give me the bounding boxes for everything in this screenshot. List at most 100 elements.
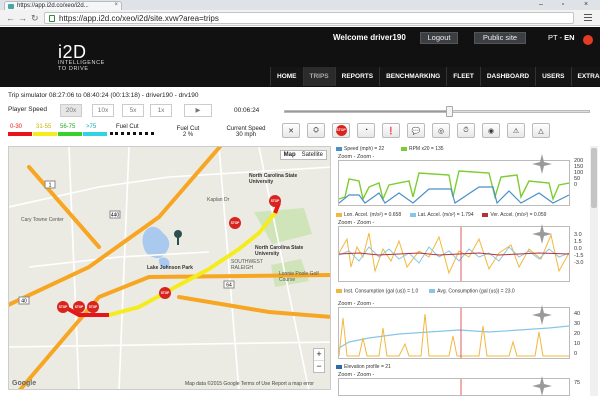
alert-triangle-icon[interactable]: ⚠: [507, 123, 525, 138]
vehicle-marker-icon[interactable]: [174, 230, 182, 238]
zoom-out-button[interactable]: −: [314, 360, 324, 372]
map-footer: Map data ©2015 Google Terms of Use Repor…: [185, 381, 314, 387]
page-scrollbar[interactable]: [590, 146, 598, 396]
browser-menu-icon[interactable]: [584, 13, 592, 21]
nav-users[interactable]: USERS: [535, 67, 571, 86]
legend-speed: Speed (mph) = 22: [344, 146, 385, 152]
nav-fleet[interactable]: FLEET: [446, 67, 480, 86]
speed-1x-button[interactable]: 1x: [150, 104, 172, 117]
route-shield-440-label: 440: [111, 213, 120, 219]
y-tick: -3.0: [574, 260, 584, 266]
comment-icon[interactable]: 💬: [407, 123, 425, 138]
tab-close-icon[interactable]: ×: [114, 2, 118, 8]
y-tick: 30: [574, 321, 581, 327]
nav-home[interactable]: HOME: [270, 67, 303, 86]
nav-benchmarking[interactable]: BENCHMARKING: [379, 67, 447, 86]
event-toolbar: ✕ ⛭ STOP ◔ ❗ 💬 ◎ ⏱ ◉ ⚠ △: [282, 123, 557, 138]
nav-extras[interactable]: EXTRAS: [570, 67, 600, 86]
public-site-button[interactable]: Public site: [474, 32, 526, 44]
scrollbar-thumb[interactable]: [591, 148, 597, 208]
speed-5x-button[interactable]: 5x: [122, 104, 144, 117]
y-tick: 0: [574, 182, 578, 188]
maximize-icon[interactable]: ▫: [552, 0, 574, 9]
lang-en[interactable]: EN: [564, 33, 574, 42]
slider-fill: [285, 111, 451, 112]
fuel-cut-info: Fuel Cut 2 %: [168, 126, 208, 138]
pan-compass-icon[interactable]: [532, 224, 552, 244]
logo-text: i2D: [58, 42, 87, 62]
fleet-icon[interactable]: ⛭: [307, 123, 325, 138]
warning-circle-icon[interactable]: ❗: [382, 123, 400, 138]
chart-legend: Speed (mph) = 22 RPM x20 = 135: [336, 146, 444, 152]
y-tick: 40: [574, 311, 581, 317]
speed-rpm-panel: Speed (mph) = 22 RPM x20 = 135 Zoom - Zo…: [334, 146, 596, 208]
speedometer-icon[interactable]: ◔: [357, 123, 375, 138]
map-label-sw-raleigh: SOUTHWEST RALEIGH: [231, 259, 263, 271]
stop-sign-icon[interactable]: STOP: [332, 123, 350, 138]
legend-swatch: [336, 146, 342, 151]
route-shield-40-label: 40: [21, 299, 27, 305]
stop-marker-label: STOP: [231, 221, 240, 225]
chart-legend: Inst. Consumption (gal (us)) = 1.0 Avg. …: [336, 289, 536, 294]
y-tick: -1.5: [574, 253, 584, 259]
y-tick: 1.5: [574, 239, 582, 245]
pan-compass-icon[interactable]: [532, 154, 552, 174]
url-text: https://app.i2d.co/xeo/i2d/site.xvw?area…: [59, 14, 219, 23]
y-tick: 20: [574, 331, 581, 337]
minor-road: [68, 147, 80, 389]
map-type-control: Map Satellite: [279, 150, 327, 160]
back-icon[interactable]: ←: [6, 13, 15, 23]
play-button[interactable]: ▶: [184, 104, 212, 117]
map-type-satellite-button[interactable]: Satellite: [299, 151, 326, 159]
logout-button[interactable]: Logout: [420, 32, 458, 44]
map-label-ncsu-centennial: North Carolina State University: [255, 245, 304, 257]
legend-range-1: 31-55: [36, 124, 52, 130]
stop-marker-label: STOP: [59, 305, 68, 309]
legend-fuel-cut: Fuel Cut: [116, 124, 139, 130]
map-type-map-button[interactable]: Map: [281, 151, 299, 159]
timer-icon[interactable]: ⏱: [457, 123, 475, 138]
legend-range-0: 0-30: [10, 124, 23, 130]
vehicle-marker-pin: [177, 237, 179, 245]
window-close-icon[interactable]: ×: [575, 0, 597, 9]
zoom-in-button[interactable]: +: [314, 349, 324, 360]
y-tick: 0.0: [574, 246, 582, 252]
welcome-text: Welcome driver190: [333, 33, 406, 42]
lock-icon: [49, 15, 55, 22]
warning-triangle-icon[interactable]: △: [532, 123, 550, 138]
stop-marker-label: STOP: [161, 291, 170, 295]
legend-swatch-2: [58, 132, 82, 136]
player-speed-label: Player Speed: [8, 106, 48, 113]
nav-reports[interactable]: REPORTS: [334, 67, 380, 86]
pan-compass-icon[interactable]: [532, 376, 552, 396]
i2d-logo[interactable]: i2D INTELLIGENCE TO DRIVE: [58, 42, 105, 72]
stop-marker-label: STOP: [271, 199, 280, 203]
chart-legend: Lon. Accel. (m/s²) = 0.658 Lat. Accel. (…: [336, 212, 546, 218]
pan-compass-icon[interactable]: [532, 305, 552, 325]
highway-64-east: [177, 295, 330, 319]
reload-icon[interactable]: ↻: [31, 13, 39, 24]
trip-map[interactable]: 440 64 40 1 STOP STOP STOP STOP STOP STO…: [8, 146, 331, 390]
speed-20x-button[interactable]: 20x: [60, 104, 82, 117]
legend-swatch: [336, 364, 342, 369]
legend-swatch: [336, 212, 342, 217]
acceleration-panel: Lon. Accel. (m/s²) = 0.658 Lat. Accel. (…: [334, 212, 596, 284]
url-input[interactable]: https://app.i2d.co/xeo/i2d/site.xvw?area…: [44, 12, 574, 24]
browser-tab[interactable]: https://app.i2d.co/xeo/i2d... ×: [4, 1, 122, 10]
map-label-cary-towne: Cary Towne Center: [21, 217, 64, 223]
trip-progress-slider[interactable]: [284, 106, 590, 117]
nav-trips[interactable]: TRIPS: [302, 67, 335, 86]
current-speed-value: 30 mph: [235, 132, 256, 138]
notification-badge-icon[interactable]: [583, 35, 593, 45]
forward-icon[interactable]: →: [18, 13, 27, 23]
avg-consumption-series-line: [338, 325, 570, 349]
close-icon[interactable]: ✕: [282, 123, 300, 138]
nav-dashboard[interactable]: DASHBOARD: [479, 67, 536, 86]
brake-icon[interactable]: ◉: [482, 123, 500, 138]
target-icon[interactable]: ◎: [432, 123, 450, 138]
stop-sign-text: STOP: [335, 125, 347, 136]
speed-10x-button[interactable]: 10x: [92, 104, 114, 117]
logo-tagline-2: TO DRIVE: [58, 66, 89, 72]
minimize-icon[interactable]: –: [530, 0, 552, 9]
slider-handle[interactable]: [446, 106, 454, 117]
